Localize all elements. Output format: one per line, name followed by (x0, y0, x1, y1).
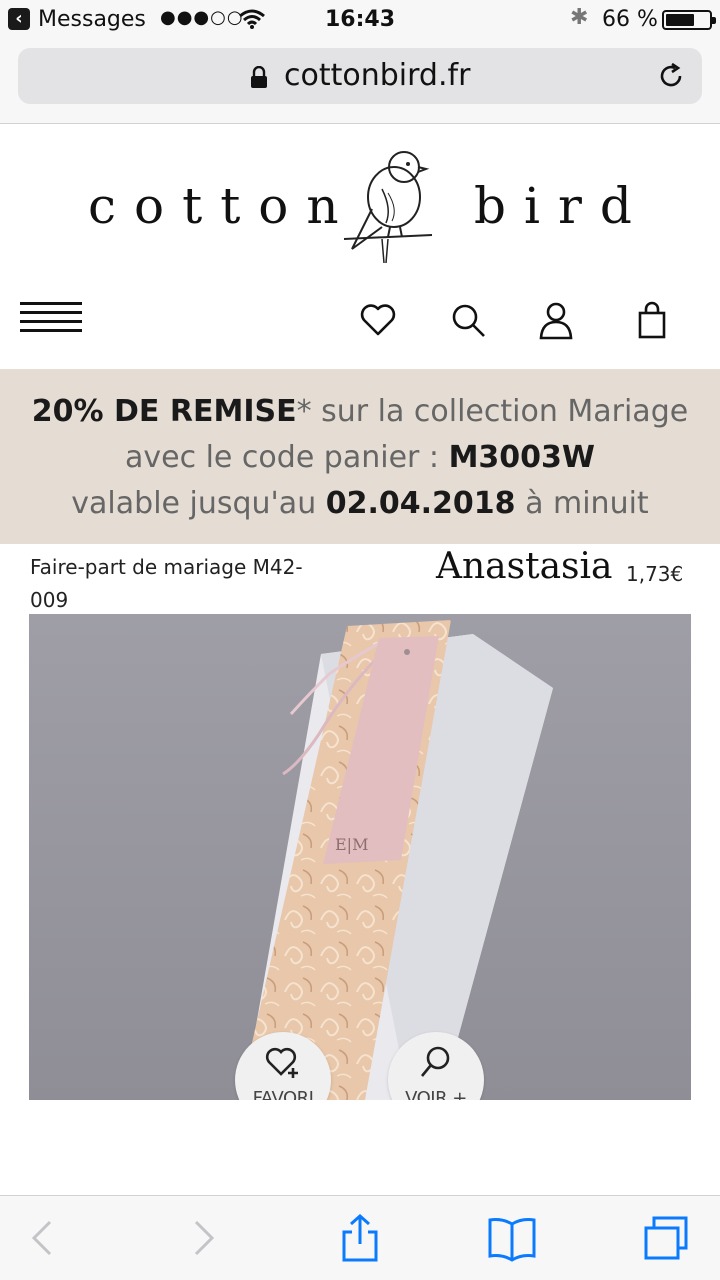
product-image[interactable]: E|M FAVORI VOIR + (29, 614, 691, 1100)
search-icon[interactable] (448, 300, 488, 340)
lock-icon (251, 66, 267, 88)
heart-plus-icon (265, 1047, 298, 1078)
logo-word-bird: bird (474, 177, 650, 235)
product-price: 1,73€ (626, 562, 684, 586)
magnifier-icon (420, 1046, 450, 1077)
back-arrow-icon[interactable] (20, 1214, 68, 1262)
promo-line-3: valable jusqu'au 02.04.2018 à minuit (0, 481, 720, 527)
battery-percent: 66 % (602, 7, 658, 32)
main-nav (0, 290, 720, 360)
site-logo[interactable]: cotton bird (0, 125, 720, 275)
voir-plus-label: VOIR + (405, 1088, 467, 1100)
product-category[interactable]: Faire-part de mariage M42-009 (30, 551, 320, 617)
url-text[interactable]: cottonbird.fr (284, 58, 470, 93)
browser-address-area: cottonbird.fr (0, 40, 720, 124)
menu-icon[interactable] (20, 302, 82, 344)
tag-monogram: E|M (335, 835, 368, 854)
heart-icon[interactable] (358, 300, 398, 340)
product-photo-drawing: E|M (239, 620, 553, 1100)
cart-icon[interactable] (632, 300, 672, 340)
promo-line-1: 20% DE REMISE* sur la collection Mariage (0, 389, 720, 435)
status-bar: ‹ Messages ●●●○○ 16:43 ✱ 66 % (0, 0, 720, 40)
tabs-icon[interactable] (642, 1214, 690, 1262)
promo-line-2: avec le code panier : M3003W (0, 435, 720, 481)
bird-logo-icon (343, 151, 433, 264)
promo-asterisk: * (296, 394, 312, 429)
account-icon[interactable] (536, 300, 576, 340)
promo-code: M3003W (448, 440, 596, 475)
battery-icon (662, 10, 716, 30)
promo-code-label: avec le code panier : (124, 440, 449, 475)
promo-discount: 20% DE REMISE (31, 394, 297, 429)
forward-arrow-icon[interactable] (178, 1214, 226, 1262)
product-name[interactable]: Anastasia (436, 546, 613, 587)
promo-valid-suffix: à minuit (515, 486, 649, 521)
bluetooth-icon: ✱ (570, 5, 589, 30)
promo-collection: sur la collection Mariage (311, 394, 689, 429)
share-icon[interactable] (336, 1214, 384, 1262)
reload-icon[interactable] (656, 61, 686, 91)
address-field[interactable]: cottonbird.fr (18, 48, 702, 104)
promo-date: 02.04.2018 (325, 486, 516, 521)
browser-toolbar (0, 1195, 720, 1280)
promo-valid-label: valable jusqu'au (71, 486, 326, 521)
promo-banner[interactable]: 20% DE REMISE* sur la collection Mariage… (0, 369, 720, 544)
logo-word-cotton: cotton (88, 177, 357, 235)
favori-label: FAVORI (252, 1088, 314, 1100)
bookmarks-icon[interactable] (488, 1214, 536, 1262)
